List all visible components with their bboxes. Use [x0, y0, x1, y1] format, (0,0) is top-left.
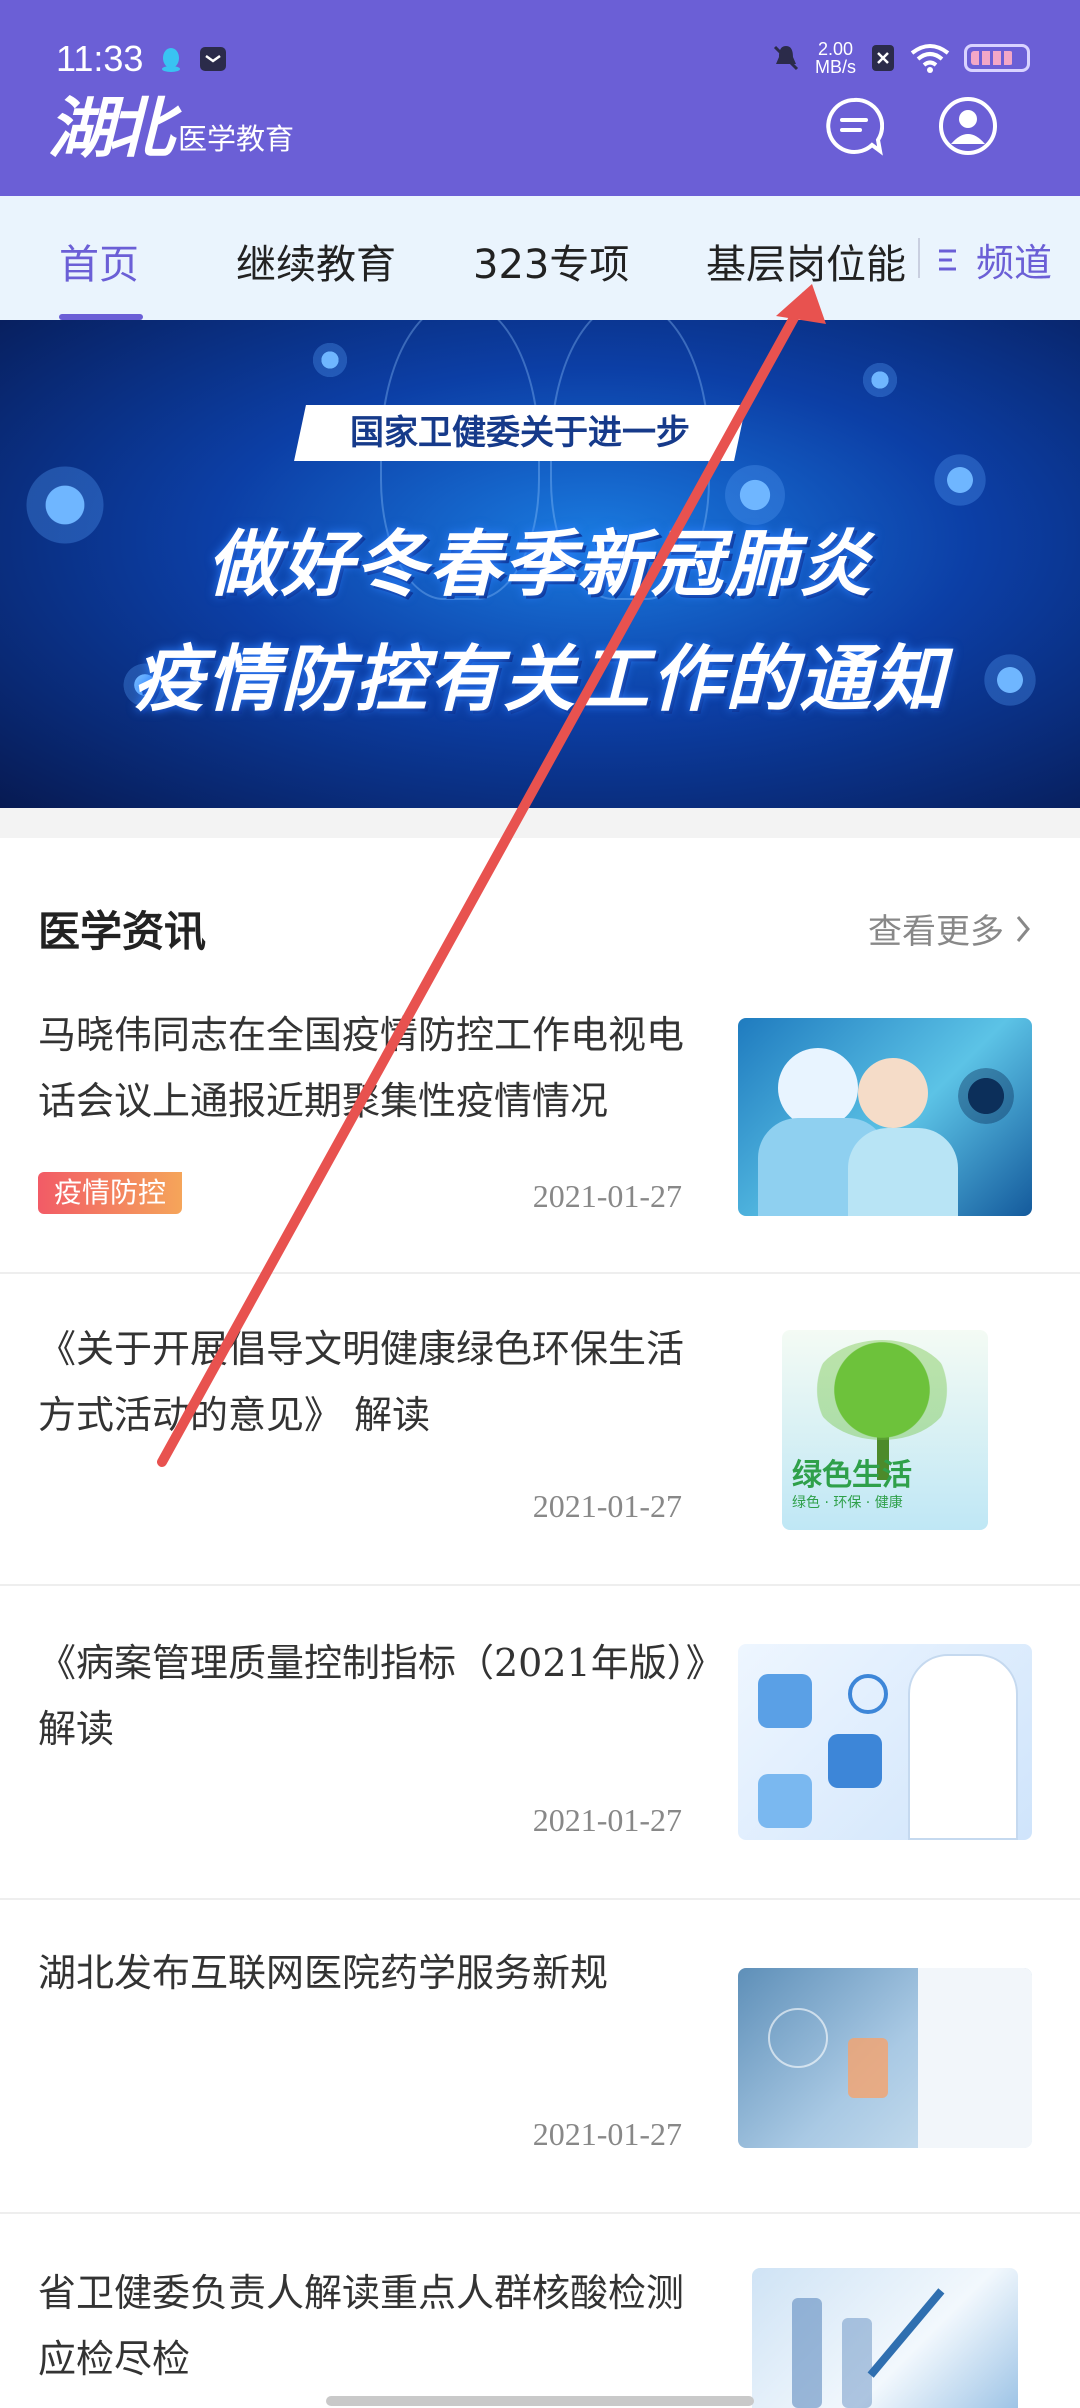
- home-indicator[interactable]: [326, 2396, 754, 2406]
- wifi-icon: [910, 44, 950, 73]
- tab-323-special[interactable]: 323专项: [473, 232, 629, 290]
- sim-icon: [872, 45, 894, 71]
- section-title: 医学资讯: [38, 907, 207, 956]
- chat-icon[interactable]: [824, 96, 884, 156]
- status-time: 11:33: [56, 38, 144, 79]
- news-tag: 疫情防控: [38, 1172, 183, 1214]
- logo-main: 湖北: [48, 89, 174, 167]
- app-logo: 湖北 医学教育: [48, 88, 294, 164]
- news-date: 2021-01-27: [532, 1488, 682, 1524]
- banner-headline-1: 做好冬春季新冠肺炎: [206, 522, 873, 606]
- news-date: 2021-01-27: [532, 1802, 682, 1838]
- news-title: 马晓伟同志在全国疫情防控工作电视电话会议上通报近期聚集性疫情情况: [38, 1013, 685, 1123]
- battery-icon: [964, 44, 1030, 72]
- doctor-icons-image: [738, 1644, 1032, 1840]
- thumb-subtitle: 绿色 · 环保 · 健康: [792, 1495, 903, 1511]
- virus-image: [310, 340, 350, 380]
- mute-icon: [773, 45, 799, 71]
- chevron-right-icon: [1016, 915, 1030, 942]
- tab-grassroots[interactable]: 基层岗位能: [706, 232, 914, 290]
- virus-image: [930, 450, 990, 510]
- doctors-virus-image: [738, 1018, 1032, 1216]
- section-gap: [0, 808, 1080, 838]
- lab-test-image: [752, 2268, 1018, 2408]
- logo-sub: 医学教育: [178, 122, 295, 156]
- nav-separator: [918, 238, 920, 278]
- news-item[interactable]: 《病案管理质量控制指标（2021年版）》解读 2021-01-27: [0, 1588, 1080, 1900]
- virus-image: [860, 360, 900, 400]
- news-item[interactable]: 省卫健委负责人解读重点人群核酸检测应检尽检: [0, 2216, 1080, 2408]
- thumb-title: 绿色生活: [792, 1458, 912, 1493]
- menu-icon: [939, 249, 956, 270]
- news-title: 《关于开展倡导文明健康绿色环保生活方式活动的意见》 解读: [38, 1327, 685, 1437]
- message-icon: [200, 47, 226, 71]
- news-title: 省卫健委负责人解读重点人群核酸检测应检尽检: [38, 2271, 685, 2381]
- channel-button[interactable]: 频道: [936, 232, 1052, 287]
- banner-headline-2: 疫情防控有关工作的通知: [132, 637, 947, 721]
- tab-continuing-education[interactable]: 继续教育: [236, 232, 396, 290]
- user-icon[interactable]: [938, 96, 998, 156]
- news-title: 《病案管理质量控制指标（2021年版）》解读: [38, 1641, 705, 1751]
- news-date: 2021-01-27: [532, 1178, 682, 1214]
- tab-home[interactable]: 首页: [59, 232, 139, 290]
- green-life-image: 绿色生活 绿色 · 环保 · 健康: [782, 1330, 988, 1530]
- app-header: 11:33 2.00 MB/s 湖北 医学教育: [0, 0, 1080, 196]
- pharmacy-image: [738, 1968, 1032, 2148]
- see-more-label: 查看更多: [868, 912, 1004, 952]
- channel-label: 频道: [976, 241, 1053, 285]
- news-date: 2021-01-27: [532, 2116, 682, 2152]
- qq-icon: [162, 48, 180, 72]
- news-item[interactable]: 《关于开展倡导文明健康绿色环保生活方式活动的意见》 解读 2021-01-27 …: [0, 1274, 1080, 1586]
- news-item[interactable]: 马晓伟同志在全国疫情防控工作电视电话会议上通报近期聚集性疫情情况 疫情防控 20…: [0, 1002, 1080, 1274]
- net-speed: 2.00 MB/s: [814, 39, 856, 77]
- status-right: 2.00 MB/s: [771, 38, 1030, 78]
- status-bar: 11:33 2.00 MB/s: [0, 0, 1080, 92]
- banner-strip-text: 国家卫健委关于进一步: [350, 413, 690, 453]
- news-title: 湖北发布互联网医院药学服务新规: [38, 1951, 609, 1995]
- news-item[interactable]: 湖北发布互联网医院药学服务新规 2021-01-27: [0, 1902, 1080, 2214]
- see-more-link[interactable]: 查看更多: [868, 904, 1036, 953]
